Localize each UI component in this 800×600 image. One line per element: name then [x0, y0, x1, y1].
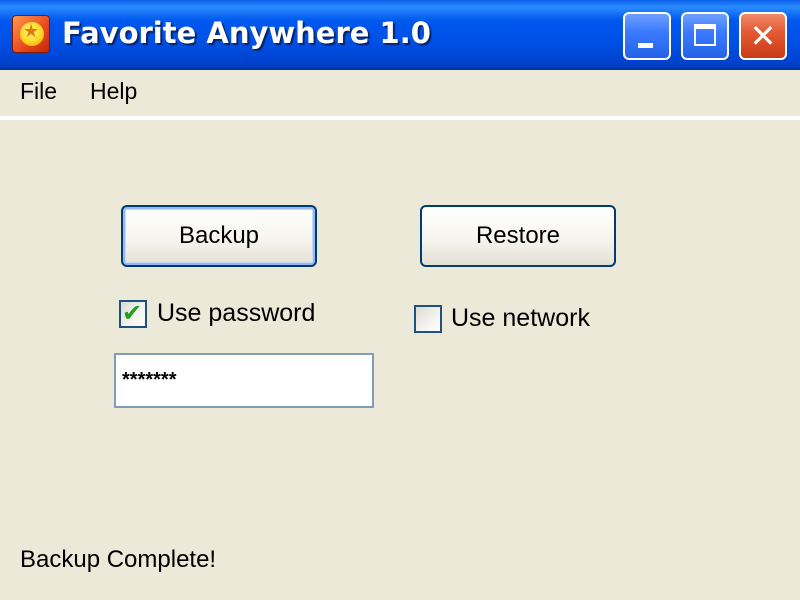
checkmark-icon: ✔ — [122, 299, 143, 327]
backup-button[interactable]: Backup — [121, 205, 317, 267]
close-button[interactable]: ✕ — [739, 12, 787, 60]
use-network-label[interactable]: Use network — [451, 304, 590, 333]
close-icon: ✕ — [749, 17, 777, 55]
maximize-button[interactable] — [681, 12, 729, 60]
title-bar[interactable]: Favorite Anywhere 1.0 ✕ — [0, 0, 800, 70]
minimize-icon — [638, 43, 653, 48]
app-window: Favorite Anywhere 1.0 ✕ File Help Backup… — [0, 0, 800, 600]
menu-help[interactable]: Help — [90, 78, 137, 105]
use-password-checkbox[interactable]: ✔ — [119, 299, 147, 328]
maximize-icon — [694, 24, 716, 46]
restore-button[interactable]: Restore — [420, 205, 616, 267]
menu-file[interactable]: File — [20, 78, 57, 105]
use-password-label[interactable]: Use password — [157, 299, 315, 328]
favorite-star-icon[interactable] — [12, 15, 50, 53]
menu-separator — [0, 116, 800, 120]
status-text: Backup Complete! — [20, 546, 217, 573]
window-title: Favorite Anywhere 1.0 — [62, 16, 431, 50]
password-field[interactable] — [114, 353, 374, 408]
use-network-checkbox[interactable] — [414, 305, 442, 333]
minimize-button[interactable] — [623, 12, 671, 60]
